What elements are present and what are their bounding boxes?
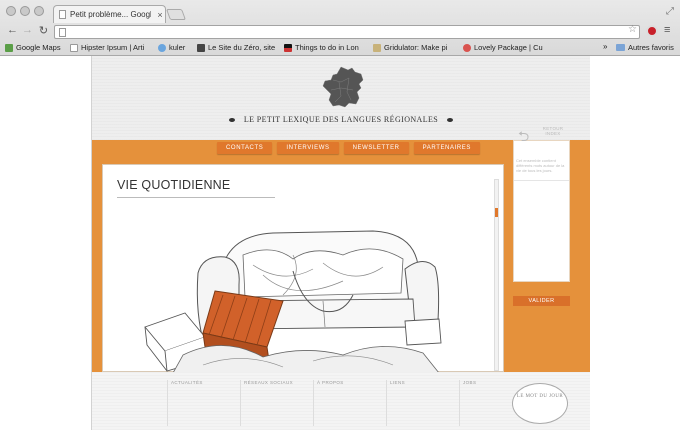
window-controls: [6, 6, 44, 16]
bookmark-star-icon[interactable]: ☆: [628, 24, 637, 35]
page-icon: [59, 10, 66, 19]
main-nav: CONTACTS INTERVIEWS NEWSLETTER PARTENAIR…: [217, 142, 480, 154]
tab-title: Petit problème... Google Ch: [70, 10, 151, 19]
bookmark-google-maps[interactable]: Google Maps: [5, 43, 61, 52]
footer-a-propos[interactable]: À PROPOS: [313, 380, 385, 426]
sofa-illustration[interactable]: [143, 215, 443, 373]
bookmark-hipster-ipsum[interactable]: Hipster Ipsum | Arti: [70, 43, 144, 52]
footer-liens[interactable]: LIENS: [386, 380, 458, 426]
fullscreen-icon[interactable]: ⤢: [666, 6, 674, 17]
site-title: LE PETIT LEXIQUE DES LANGUES RÉGIONALES: [92, 115, 590, 124]
page-title: VIE QUOTIDIENNE: [117, 178, 231, 192]
content-scrollbar[interactable]: [494, 179, 499, 371]
footer-actualites[interactable]: ACTUALITÉS: [167, 380, 239, 426]
bookmark-gridulator[interactable]: Gridulator: Make pi: [373, 43, 447, 52]
footer-reseaux-sociaux[interactable]: RÉSEAUX SOCIAUX: [240, 380, 312, 426]
minimize-window-button[interactable]: [20, 6, 30, 16]
map-pin-icon: [5, 43, 13, 52]
bookmarks-bar: Google Maps Hipster Ipsum | Arti kuler L…: [0, 42, 680, 55]
more-bookmarks-icon[interactable]: »: [603, 42, 607, 51]
folder-icon: [616, 44, 625, 51]
bullet-icon: [446, 118, 453, 123]
bookmark-lovely-package[interactable]: Lovely Package | Cu: [463, 43, 543, 52]
close-window-button[interactable]: [6, 6, 16, 16]
nav-partenaires[interactable]: PARTENAIRES: [413, 142, 480, 154]
forward-icon[interactable]: →: [20, 24, 35, 36]
site-icon: [284, 43, 292, 52]
site-footer: ACTUALITÉS RÉSEAUX SOCIAUX À PROPOS LIEN…: [92, 372, 590, 430]
site-icon: [197, 43, 205, 52]
footer-jobs[interactable]: JOBS: [459, 380, 511, 426]
nav-interviews[interactable]: INTERVIEWS: [277, 142, 339, 154]
scroll-thumb[interactable]: [495, 208, 498, 217]
back-icon[interactable]: ←: [5, 24, 20, 36]
nav-contacts[interactable]: CONTACTS: [217, 142, 273, 154]
bookmark-site-du-zero[interactable]: Le Site du Zéro, site: [197, 43, 275, 52]
browser-chrome: Petit problème... Google Ch × ⤢ ← → ↻ ☆ …: [0, 0, 680, 56]
validate-button[interactable]: VALIDER: [513, 296, 570, 306]
zoom-window-button[interactable]: [34, 6, 44, 16]
bookmark-things-to-do[interactable]: Things to do in Lon: [284, 43, 359, 52]
bookmark-kuler[interactable]: kuler: [158, 43, 185, 52]
content-card: VIE QUOTIDIENNE: [102, 164, 504, 373]
site-header: LE PETIT LEXIQUE DES LANGUES RÉGIONALES: [92, 56, 590, 140]
site-icon: [373, 43, 381, 52]
back-arrow-icon[interactable]: ⮌: [518, 126, 529, 150]
reload-icon[interactable]: ↻: [36, 24, 51, 37]
word-of-the-day-bubble[interactable]: LE MOT DU JOUR: [512, 383, 568, 424]
other-bookmarks-folder[interactable]: Autres favoris: [616, 43, 674, 52]
nav-newsletter[interactable]: NEWSLETTER: [343, 142, 409, 154]
extension-icon[interactable]: [646, 25, 658, 37]
page-icon: [70, 43, 78, 52]
new-tab-button[interactable]: [165, 9, 187, 20]
france-map-icon: [322, 66, 364, 108]
browser-tab[interactable]: Petit problème... Google Ch ×: [53, 5, 166, 23]
page-icon: [59, 28, 66, 37]
heart-icon: [463, 43, 471, 52]
back-to-index-link[interactable]: RETOUR INDEX: [539, 126, 567, 136]
bullet-icon: [229, 118, 236, 123]
address-bar[interactable]: [54, 25, 640, 39]
menu-icon[interactable]: ≡: [664, 24, 670, 36]
web-page: LE PETIT LEXIQUE DES LANGUES RÉGIONALES …: [91, 56, 590, 430]
side-description: Cet ensemble contient différents mots au…: [516, 158, 565, 173]
browser-toolbar: ← → ↻ ☆ ≡: [0, 23, 680, 41]
tab-close-icon[interactable]: ×: [155, 10, 165, 20]
kuler-icon: [158, 43, 166, 52]
title-divider: [117, 197, 275, 198]
